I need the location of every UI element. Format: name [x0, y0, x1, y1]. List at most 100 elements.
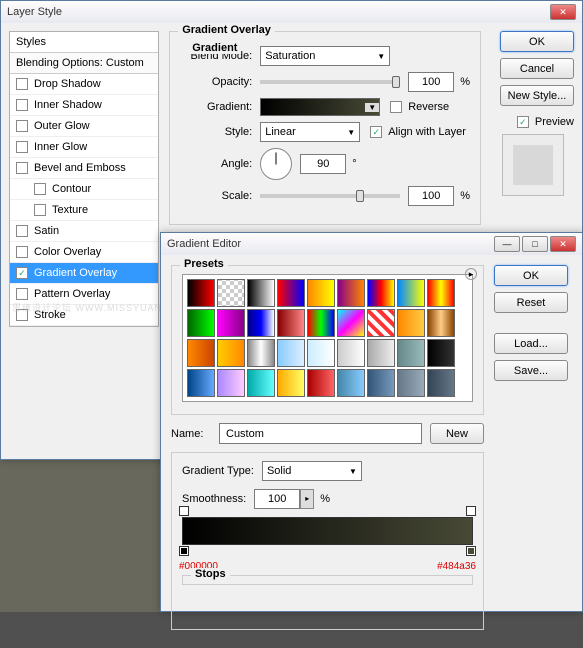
align-checkbox[interactable]: ✓: [370, 126, 382, 138]
preset-swatch[interactable]: [337, 309, 365, 337]
new-button[interactable]: New: [430, 423, 484, 444]
preset-swatch[interactable]: [397, 279, 425, 307]
style-item-bevel-and-emboss[interactable]: Bevel and Emboss: [10, 158, 158, 179]
checkbox[interactable]: [34, 204, 46, 216]
style-item-label: Inner Shadow: [34, 99, 102, 111]
preset-swatch[interactable]: [427, 339, 455, 367]
preset-swatch[interactable]: [367, 369, 395, 397]
preset-swatch[interactable]: [217, 279, 245, 307]
save-button[interactable]: Save...: [494, 360, 568, 381]
preset-swatch[interactable]: [217, 339, 245, 367]
preset-swatch[interactable]: [427, 369, 455, 397]
preset-swatch[interactable]: [277, 309, 305, 337]
preset-swatch[interactable]: [247, 339, 275, 367]
preset-swatch[interactable]: [277, 369, 305, 397]
ok-button[interactable]: OK: [494, 265, 568, 286]
preset-swatch[interactable]: [247, 309, 275, 337]
preset-swatch[interactable]: [397, 339, 425, 367]
preset-swatch[interactable]: [427, 279, 455, 307]
style-item-outer-glow[interactable]: Outer Glow: [10, 116, 158, 137]
scale-input[interactable]: [408, 186, 454, 206]
preset-swatch[interactable]: [397, 369, 425, 397]
preset-swatch[interactable]: [337, 369, 365, 397]
color-stop-right[interactable]: [466, 546, 476, 556]
scale-slider[interactable]: [260, 194, 400, 198]
presets-menu-icon[interactable]: ▸: [465, 268, 477, 280]
preset-swatch[interactable]: [337, 339, 365, 367]
preset-swatch[interactable]: [247, 369, 275, 397]
preset-swatch[interactable]: [187, 279, 215, 307]
opacity-stop-left[interactable]: [179, 506, 189, 516]
style-item-gradient-overlay[interactable]: ✓Gradient Overlay: [10, 263, 158, 284]
style-item-label: Bevel and Emboss: [34, 162, 126, 174]
preset-swatch[interactable]: [217, 309, 245, 337]
align-label: Align with Layer: [388, 126, 466, 138]
angle-input[interactable]: [300, 154, 346, 174]
reset-button[interactable]: Reset: [494, 292, 568, 313]
preset-swatch[interactable]: [307, 309, 335, 337]
preset-swatch[interactable]: [397, 309, 425, 337]
angle-dial[interactable]: [260, 148, 292, 180]
preset-swatch[interactable]: [307, 339, 335, 367]
cancel-button[interactable]: Cancel: [500, 58, 574, 79]
preset-swatch[interactable]: [277, 339, 305, 367]
gradient-preview-bar[interactable]: #000000 #484a36: [182, 517, 473, 545]
preset-swatch[interactable]: [427, 309, 455, 337]
preset-swatch[interactable]: [307, 279, 335, 307]
gradient-editor-titlebar[interactable]: Gradient Editor ― □ ✕: [161, 233, 582, 255]
styles-header[interactable]: Styles: [10, 32, 158, 53]
checkbox[interactable]: [16, 99, 28, 111]
maximize-icon[interactable]: □: [522, 236, 548, 252]
blend-mode-select[interactable]: Saturation▼: [260, 46, 390, 66]
checkbox[interactable]: [16, 78, 28, 90]
preset-swatch[interactable]: [307, 369, 335, 397]
gradient-picker[interactable]: ▼: [260, 98, 380, 116]
preset-swatch[interactable]: [277, 279, 305, 307]
opacity-input[interactable]: [408, 72, 454, 92]
checkbox[interactable]: [16, 120, 28, 132]
preset-swatch[interactable]: [187, 369, 215, 397]
checkbox[interactable]: [16, 246, 28, 258]
checkbox[interactable]: [34, 183, 46, 195]
checkbox[interactable]: [16, 288, 28, 300]
preset-swatch[interactable]: [217, 369, 245, 397]
blending-options-item[interactable]: Blending Options: Custom: [10, 53, 158, 74]
preset-swatch[interactable]: [187, 309, 215, 337]
checkbox[interactable]: [16, 162, 28, 174]
minimize-icon[interactable]: ―: [494, 236, 520, 252]
checkbox[interactable]: [16, 225, 28, 237]
preview-checkbox[interactable]: ✓: [517, 116, 529, 128]
load-button[interactable]: Load...: [494, 333, 568, 354]
style-item-satin[interactable]: Satin: [10, 221, 158, 242]
preset-swatch[interactable]: [187, 339, 215, 367]
name-label: Name:: [171, 428, 219, 440]
checkbox[interactable]: [16, 141, 28, 153]
close-icon[interactable]: ✕: [550, 236, 576, 252]
checkbox[interactable]: ✓: [16, 267, 28, 279]
close-icon[interactable]: ✕: [550, 4, 576, 20]
color-stop-left[interactable]: [179, 546, 189, 556]
style-item-drop-shadow[interactable]: Drop Shadow: [10, 74, 158, 95]
reverse-checkbox[interactable]: [390, 101, 402, 113]
opacity-stop-right[interactable]: [466, 506, 476, 516]
smoothness-input[interactable]: [254, 489, 300, 509]
layer-style-titlebar[interactable]: Layer Style ✕: [1, 1, 582, 23]
name-input[interactable]: [219, 423, 422, 444]
preset-swatch[interactable]: [337, 279, 365, 307]
style-item-contour[interactable]: Contour: [10, 179, 158, 200]
new-style-button[interactable]: New Style...: [500, 85, 574, 106]
preset-swatch[interactable]: [367, 339, 395, 367]
opacity-slider[interactable]: [260, 80, 400, 84]
style-item-inner-shadow[interactable]: Inner Shadow: [10, 95, 158, 116]
style-select[interactable]: Linear▼: [260, 122, 360, 142]
type-select[interactable]: Solid▼: [262, 461, 362, 481]
chevron-down-icon: ▼: [349, 467, 357, 476]
preset-swatch[interactable]: [247, 279, 275, 307]
smoothness-menu-icon[interactable]: ▸: [300, 489, 314, 509]
style-item-color-overlay[interactable]: Color Overlay: [10, 242, 158, 263]
style-item-texture[interactable]: Texture: [10, 200, 158, 221]
ok-button[interactable]: OK: [500, 31, 574, 52]
preset-swatch[interactable]: [367, 309, 395, 337]
preset-swatch[interactable]: [367, 279, 395, 307]
style-item-inner-glow[interactable]: Inner Glow: [10, 137, 158, 158]
